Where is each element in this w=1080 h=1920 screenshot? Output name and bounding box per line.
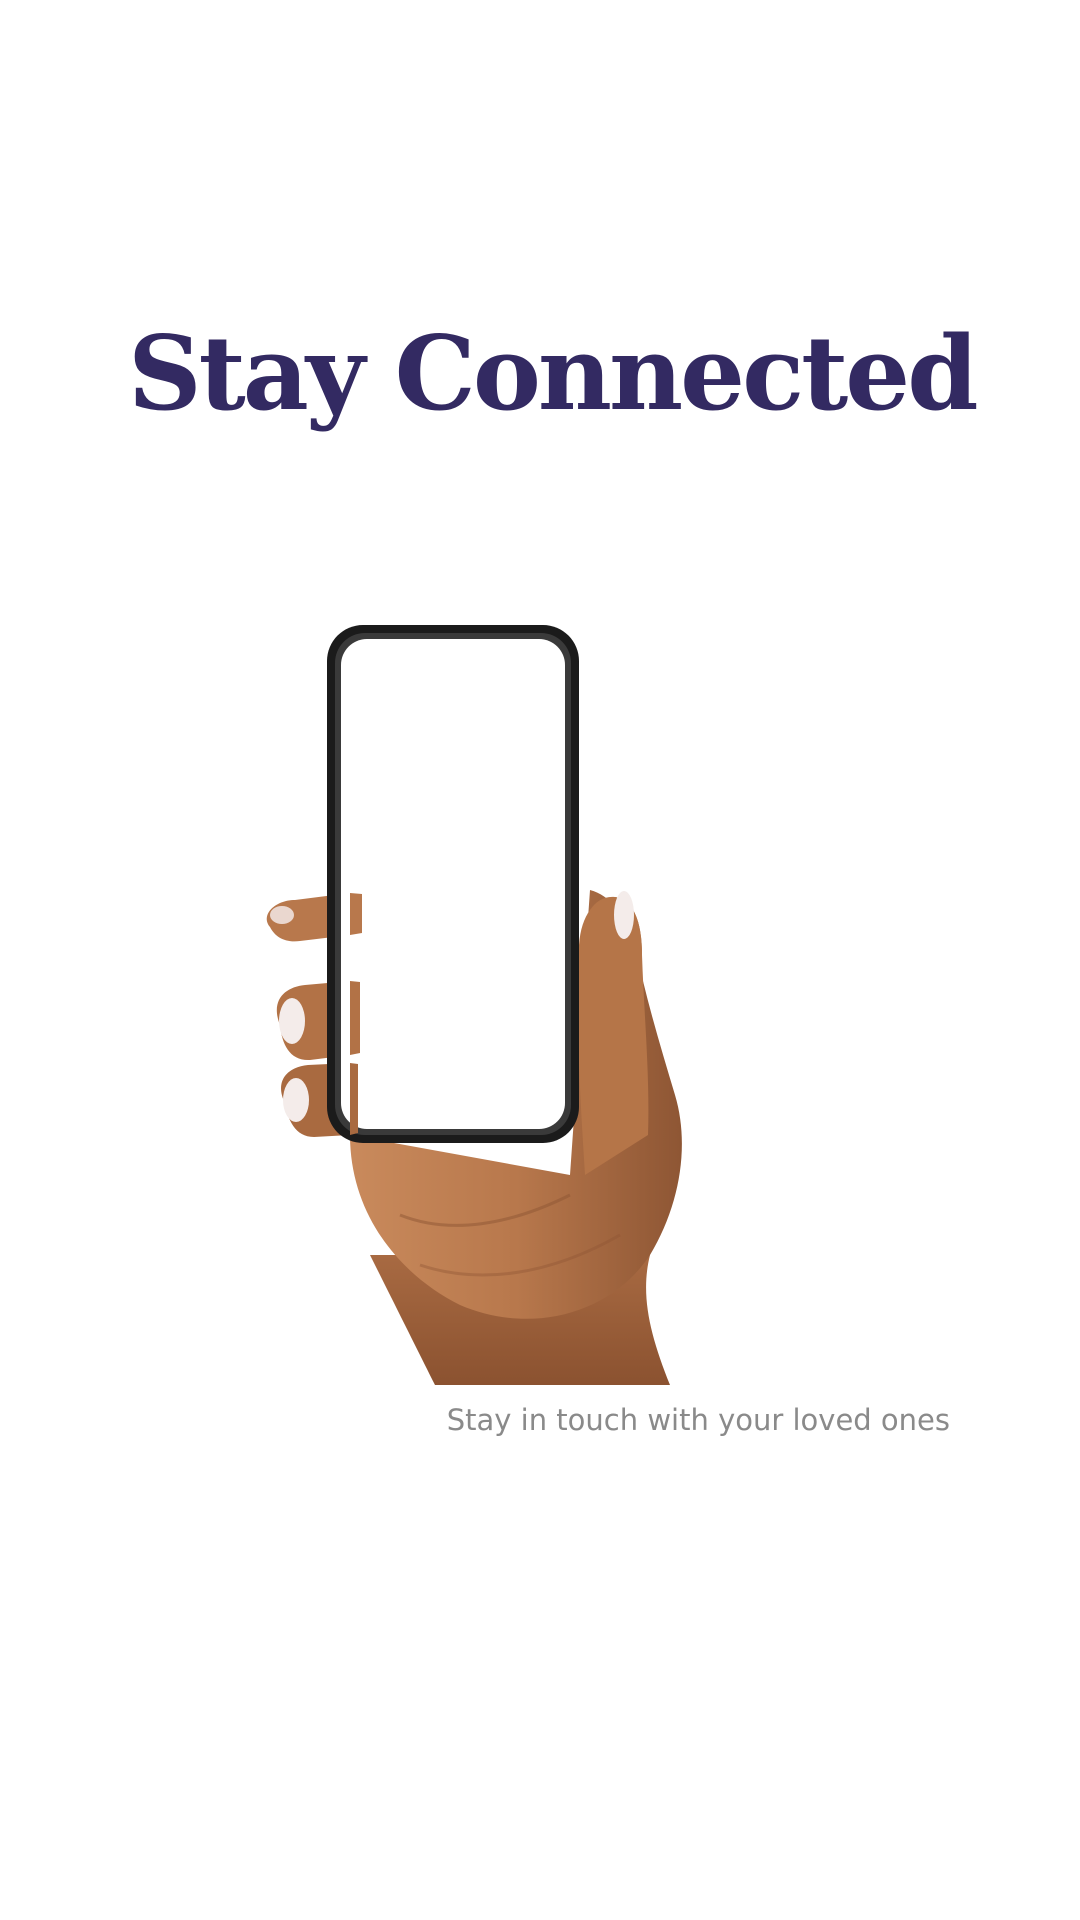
onboarding-screen: Stay Connected Stay in touch with your l… xyxy=(0,0,1080,1920)
hand-holding-phone-icon xyxy=(250,615,700,1385)
onboarding-subtitle: Stay in touch with your loved ones xyxy=(446,1403,950,1437)
page-title: Stay Connected xyxy=(128,314,979,434)
